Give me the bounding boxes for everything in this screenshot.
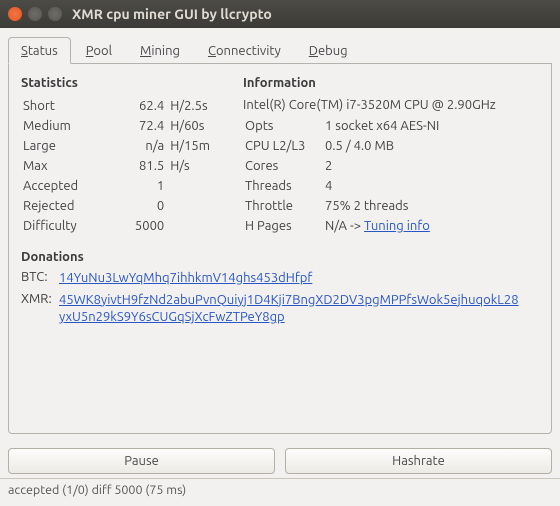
tab-debug[interactable]: Debug [296,37,361,64]
table-row: Largen/aH/15m [21,136,231,156]
information-heading: Information [243,76,539,90]
window-minimize-icon[interactable] [28,7,42,21]
tab-status[interactable]: Status [8,37,71,64]
hashrate-button[interactable]: Hashrate [285,448,552,474]
tuning-info-link[interactable]: Tuning info [364,219,430,233]
table-row: Threads4 [243,176,539,196]
panel-status: Statistics Short62.4H/2.5s Medium72.4H/6… [8,64,552,434]
table-row: Max81.5H/s [21,156,231,176]
window-close-icon[interactable] [8,7,22,21]
xmr-address-link[interactable]: 45WK8yivtH9fzNd2abuPvnQuiyj1D4Kji7BngXD2… [59,292,519,327]
cpu-name: Intel(R) Core(TM) i7-3520M CPU @ 2.90GHz [243,96,539,116]
statistics-heading: Statistics [21,76,231,90]
titlebar: XMR cpu miner GUI by llcrypto [0,0,560,28]
statistics-table: Short62.4H/2.5s Medium72.4H/60s Largen/a… [21,96,231,236]
window-title: XMR cpu miner GUI by llcrypto [72,6,272,22]
tab-pool[interactable]: Pool [73,37,125,64]
donations-heading: Donations [21,250,539,264]
table-row: Throttle75% 2 threads [243,196,539,216]
pause-button[interactable]: Pause [8,448,275,474]
status-bar: accepted (1/0) diff 5000 (75 ms) [0,478,560,501]
table-row: Rejected0 [21,196,231,216]
table-row: CPU L2/L30.5 / 4.0 MB [243,136,539,156]
table-row: Short62.4H/2.5s [21,96,231,116]
information-table: Opts1 socket x64 AES-NI CPU L2/L30.5 / 4… [243,116,539,236]
table-row: Opts1 socket x64 AES-NI [243,116,539,136]
btc-label: BTC: [21,270,59,284]
btc-address-link[interactable]: 14YuNu3LwYqMhq7ihhkmV14ghs453dHfpf [59,270,312,288]
table-row: Accepted1 [21,176,231,196]
xmr-label: XMR: [21,292,59,306]
table-row: Difficulty5000 [21,216,231,236]
table-row: H Pages N/A -> Tuning info [243,216,539,236]
window-maximize-icon[interactable] [48,7,62,21]
tab-connectivity[interactable]: Connectivity [195,37,294,64]
tab-mining[interactable]: Mining [127,37,193,64]
table-row: Cores2 [243,156,539,176]
table-row: Medium72.4H/60s [21,116,231,136]
tab-bar: Status Pool Mining Connectivity Debug [8,36,552,64]
